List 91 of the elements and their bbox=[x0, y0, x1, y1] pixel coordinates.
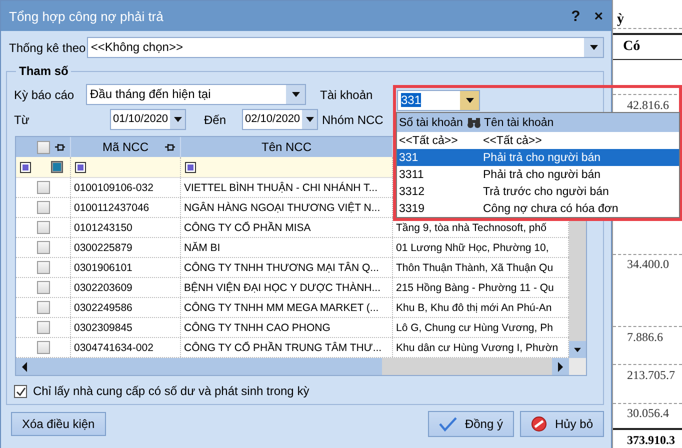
close-button[interactable]: × bbox=[594, 8, 603, 24]
table-cell: Khu dân cư Hùng Vương I, Phườn bbox=[396, 342, 558, 354]
row-checkbox[interactable] bbox=[36, 201, 50, 214]
table-cell: 0300225879 bbox=[74, 242, 132, 254]
table-cell: Tầng 9, tòa nhà Technosoft, phố bbox=[396, 222, 546, 234]
amount-text: 30.056.4 bbox=[627, 406, 669, 422]
caret-icon bbox=[464, 97, 474, 104]
table-cell: Lô G, Chung cư Hùng Vương, Ph bbox=[396, 322, 553, 334]
field-label: Kỳ báo cáo bbox=[14, 88, 76, 102]
amount-text: 213.705.7 bbox=[627, 368, 675, 383]
amount-text: 373.910.3 bbox=[627, 433, 675, 448]
account-option[interactable]: 331 Phải trả cho người bán bbox=[397, 149, 679, 166]
scroll-right-icon[interactable] bbox=[557, 362, 564, 372]
row-checkbox[interactable] bbox=[36, 241, 50, 254]
scroll-left-icon[interactable] bbox=[21, 362, 28, 372]
account-option[interactable]: 3319 Công nợ chưa có hóa đơn bbox=[397, 200, 679, 217]
select-all-checkbox[interactable] bbox=[36, 140, 50, 154]
field-label: Đến bbox=[204, 112, 228, 126]
group-by-dropdown[interactable]: <<Không chọn>> bbox=[86, 37, 604, 58]
table-cell: 0100112437046 bbox=[74, 202, 150, 214]
field-label: Thống kê theo bbox=[8, 40, 87, 54]
account-dropdown[interactable]: 331 bbox=[397, 90, 480, 111]
caret-icon bbox=[172, 116, 182, 123]
field-label: Tài khoản bbox=[320, 88, 374, 102]
checkbox-label[interactable]: Chỉ lấy nhà cung cấp có số dư và phát sinh trong kỳ bbox=[33, 384, 310, 398]
column-header: Có bbox=[623, 39, 640, 56]
pin-icon[interactable] bbox=[164, 143, 176, 152]
table-cell: CÔNG TY TNHH CAO PHONG bbox=[184, 322, 330, 334]
account-option[interactable]: 3311 Phải trả cho người bán bbox=[397, 166, 679, 183]
table-cell: 0301906101 bbox=[74, 262, 132, 274]
table-cell: 0100109106-032 bbox=[74, 182, 154, 194]
date-picker[interactable]: 01/10/2020 bbox=[110, 109, 186, 130]
table-cell: 0302203609 bbox=[74, 282, 132, 294]
row-checkbox[interactable] bbox=[36, 301, 50, 314]
row-checkbox[interactable] bbox=[36, 341, 50, 354]
column-header[interactable]: Mã NCC bbox=[102, 140, 148, 154]
table-cell: Thôn Thuận Thành, Xã Thuận Qu bbox=[396, 262, 554, 274]
table-cell: BỆNH VIỆN ĐẠI HỌC Y DƯỢC THÀNH... bbox=[184, 282, 381, 294]
table-cell: VIETTEL BÌNH THUẬN - CHI NHÁNH T... bbox=[184, 182, 378, 194]
cancel-icon bbox=[530, 416, 547, 432]
account-option[interactable]: <<Tất cả>> <<Tất cả>> bbox=[397, 132, 679, 149]
cancel-button[interactable]: Hủy bỏ bbox=[520, 411, 604, 437]
table-cell: CÔNG TY TNHH MM MEGA MARKET (... bbox=[184, 302, 379, 314]
caret-icon bbox=[304, 116, 314, 123]
table-cell: 0302249586 bbox=[74, 302, 132, 314]
row-checkbox[interactable] bbox=[36, 321, 50, 334]
table-cell: NĂM BI bbox=[184, 242, 220, 254]
pin-icon[interactable] bbox=[54, 143, 66, 152]
caret-icon bbox=[290, 91, 300, 98]
field-label: Từ bbox=[14, 112, 30, 126]
table-cell: CÔNG TY TNHH THƯƠNG MẠI TÂN Q... bbox=[184, 262, 379, 274]
row-checkbox[interactable] bbox=[36, 221, 50, 234]
table-cell: 01 Lương Nhữ Học, Phường 10, bbox=[396, 242, 549, 254]
table-cell: 0101243150 bbox=[74, 222, 132, 234]
help-button[interactable]: ? bbox=[571, 8, 580, 24]
table-cell: CÔNG TY CỔ PHẦN MISA bbox=[184, 222, 311, 234]
filter-icon[interactable] bbox=[185, 162, 196, 172]
column-header: Số tài khoản bbox=[399, 116, 463, 128]
binoculars-icon[interactable] bbox=[467, 117, 481, 128]
ok-button[interactable]: Đồng ý bbox=[428, 411, 514, 437]
table-cell: CÔNG TY CỔ PHẦN TRUNG TÂM THƯ... bbox=[184, 342, 382, 354]
table-cell: NGÂN HÀNG NGOẠI THƯƠNG VIỆT N... bbox=[184, 202, 380, 214]
horizontal-scrollbar[interactable] bbox=[16, 358, 586, 375]
column-header[interactable]: Tên NCC bbox=[261, 140, 312, 154]
filter-icon[interactable] bbox=[20, 162, 31, 172]
account-option[interactable]: 3312 Trả trước cho người bán bbox=[397, 183, 679, 200]
row-checkbox[interactable] bbox=[36, 181, 50, 194]
table-cell: 0302309845 bbox=[74, 322, 132, 334]
caret-icon bbox=[588, 44, 598, 51]
column-header: Tên tài khoản bbox=[484, 116, 554, 128]
table-cell: 215 Hồng Bàng - Phường 11 - Qu bbox=[396, 282, 554, 294]
amount-text: 7.886.6 bbox=[627, 330, 663, 346]
table-cell: 0304741634-002 bbox=[74, 342, 154, 354]
date-picker[interactable]: 02/10/2020 bbox=[242, 109, 318, 130]
balance-checkbox[interactable] bbox=[14, 384, 27, 398]
row-checkbox[interactable] bbox=[36, 261, 50, 274]
scrollbar-corner bbox=[569, 358, 586, 375]
table-cell: Khu B, Khu đô thị mới An Phú-An bbox=[396, 302, 552, 314]
clear-conditions-button[interactable]: Xóa điều kiện bbox=[11, 412, 106, 436]
scroll-down-icon[interactable] bbox=[573, 346, 582, 352]
filter-toggle-icon[interactable] bbox=[51, 161, 63, 173]
check-icon bbox=[438, 416, 457, 432]
group-title: Tham số bbox=[19, 64, 68, 78]
amount-text: 34.400.0 bbox=[627, 257, 669, 272]
period-dropdown[interactable]: Đầu tháng đến hiện tại bbox=[86, 84, 306, 105]
window-title: Tổng hợp công nợ phải trả bbox=[9, 8, 164, 24]
column-header: ỳ bbox=[617, 12, 624, 28]
amount-text: 42.816.6 bbox=[627, 98, 669, 113]
field-label: Nhóm NCC bbox=[322, 112, 384, 126]
filter-icon[interactable] bbox=[75, 162, 86, 172]
row-checkbox[interactable] bbox=[36, 281, 50, 294]
